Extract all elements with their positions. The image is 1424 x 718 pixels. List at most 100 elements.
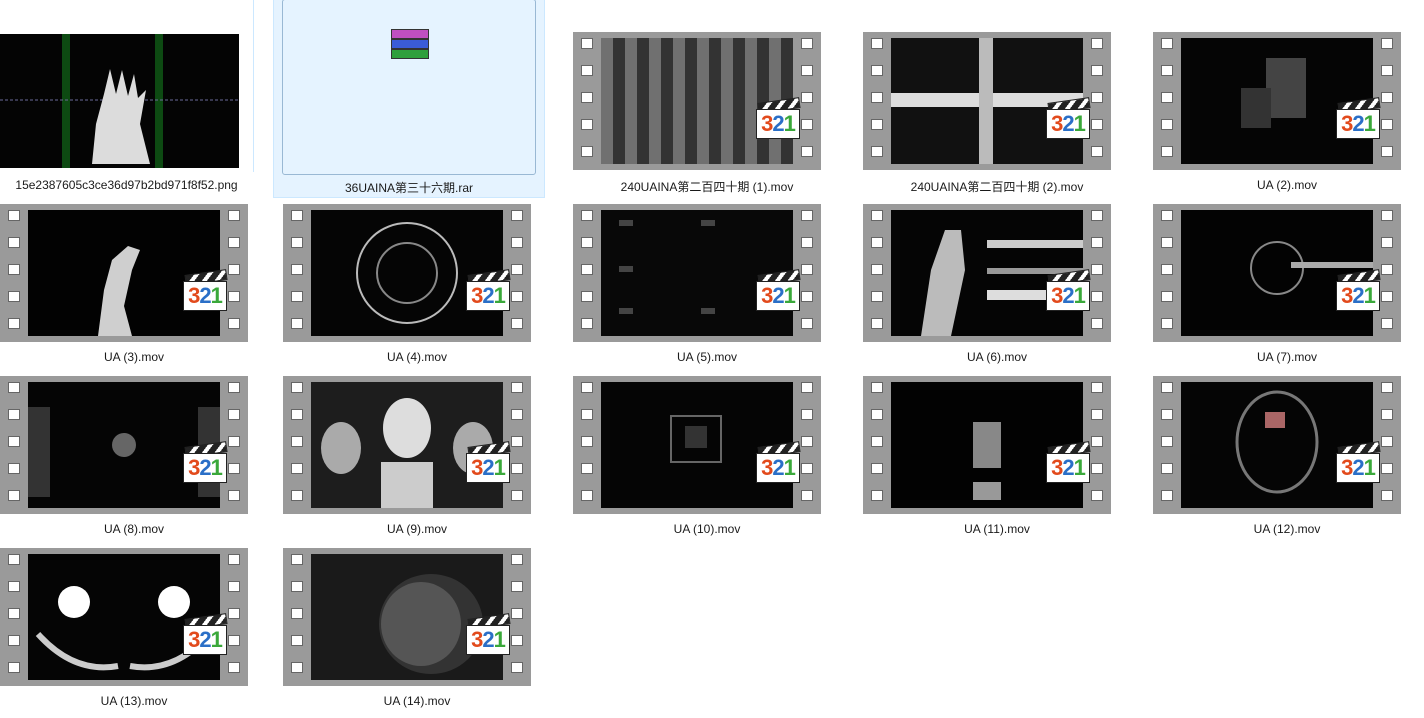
clapper-body: 321 (183, 453, 227, 483)
film-hole (511, 291, 523, 302)
file-item-mov[interactable]: 321 UA (14).mov (256, 516, 531, 708)
film-hole (1381, 291, 1393, 302)
film-hole (8, 409, 20, 420)
film-hole (871, 146, 883, 157)
film-hole (511, 581, 523, 592)
film-hole (1381, 318, 1393, 329)
film-hole (1161, 409, 1173, 420)
image-thumbnail (0, 34, 239, 168)
film-hole (291, 436, 303, 447)
badge-digit: 3 (1341, 283, 1353, 308)
film-hole (1161, 210, 1173, 221)
film-hole (291, 463, 303, 474)
film-hole (291, 608, 303, 619)
film-hole (581, 490, 593, 501)
media-player-icon: 321 (466, 269, 511, 311)
film-hole (581, 409, 593, 420)
film-hole (871, 318, 883, 329)
badge-digit: 3 (1051, 283, 1063, 308)
file-item-png[interactable]: 15e2387605c3ce36d97b2bd971f8f52.png (0, 0, 254, 192)
film-hole (1381, 264, 1393, 275)
film-hole (871, 210, 883, 221)
file-item-mov[interactable]: 321 UA (7).mov (1126, 172, 1401, 364)
film-hole (1161, 65, 1173, 76)
film-hole (871, 65, 883, 76)
file-item-mov[interactable]: 321 UA (10).mov (546, 344, 821, 536)
file-item-mov[interactable]: 321 UA (6).mov (836, 172, 1111, 364)
clapper-body: 321 (756, 109, 800, 139)
clapper-body: 321 (756, 281, 800, 311)
file-item-mov[interactable]: 321 240UAINA第二百四十期 (2).mov (836, 0, 1111, 194)
film-hole (291, 635, 303, 646)
film-hole (801, 146, 813, 157)
file-item-mov[interactable]: 321 UA (5).mov (546, 172, 821, 364)
film-hole (228, 554, 240, 565)
film-hole (291, 210, 303, 221)
media-player-icon: 321 (1046, 441, 1091, 483)
film-hole (801, 463, 813, 474)
film-hole (801, 409, 813, 420)
clapper-body: 321 (1336, 281, 1380, 311)
selection-box (282, 0, 536, 175)
film-hole (1161, 92, 1173, 103)
badge-digit: 2 (482, 283, 494, 308)
film-hole (581, 318, 593, 329)
file-item-mov[interactable]: 321 UA (8).mov (0, 344, 248, 536)
file-item-mov[interactable]: 321 UA (12).mov (1126, 344, 1401, 536)
file-item-mov[interactable]: 321 UA (2).mov (1126, 0, 1401, 192)
film-hole (1161, 291, 1173, 302)
media-player-icon: 321 (1046, 97, 1091, 139)
film-hole (1381, 382, 1393, 393)
badge-digit: 3 (471, 283, 483, 308)
film-hole (871, 237, 883, 248)
film-hole (871, 409, 883, 420)
film-hole (871, 436, 883, 447)
film-hole (228, 436, 240, 447)
film-hole (1161, 318, 1173, 329)
media-player-icon: 321 (1336, 441, 1381, 483)
film-hole (581, 436, 593, 447)
file-name: UA (13).mov (100, 694, 168, 708)
film-hole (1091, 382, 1103, 393)
film-hole (581, 210, 593, 221)
film-hole (581, 291, 593, 302)
film-hole (8, 237, 20, 248)
file-item-mov[interactable]: 321 240UAINA第二百四十期 (1).mov (546, 0, 821, 194)
film-hole (1381, 119, 1393, 130)
film-hole (1381, 92, 1393, 103)
file-item-mov[interactable]: 321 UA (13).mov (0, 516, 248, 708)
film-hole (228, 463, 240, 474)
badge-digit: 1 (493, 627, 506, 652)
film-hole (8, 318, 20, 329)
film-hole (511, 463, 523, 474)
badge-digit: 3 (1341, 111, 1353, 136)
media-player-icon: 321 (756, 97, 801, 139)
media-player-icon: 321 (466, 613, 511, 655)
film-hole (801, 291, 813, 302)
film-hole (228, 409, 240, 420)
film-hole (801, 119, 813, 130)
film-hole (1161, 146, 1173, 157)
film-hole (581, 119, 593, 130)
film-hole (228, 581, 240, 592)
film-hole (511, 662, 523, 673)
file-item-mov[interactable]: 321 UA (4).mov (256, 172, 531, 364)
film-hole (871, 382, 883, 393)
media-player-icon: 321 (1336, 269, 1381, 311)
file-item-mov[interactable]: 321 UA (9).mov (256, 344, 531, 536)
badge-digit: 2 (482, 627, 494, 652)
badge-digit: 2 (1062, 283, 1074, 308)
film-hole (511, 490, 523, 501)
film-hole (1381, 210, 1393, 221)
film-hole (581, 237, 593, 248)
film-hole (8, 608, 20, 619)
film-hole (511, 608, 523, 619)
film-hole (291, 662, 303, 673)
film-hole (1091, 463, 1103, 474)
file-item-mov[interactable]: 321 UA (3).mov (0, 172, 248, 364)
film-hole (228, 635, 240, 646)
file-item-rar[interactable]: 36UAINA第三十六期.rar (273, 0, 545, 198)
file-name: UA (10).mov (673, 522, 741, 536)
file-item-mov[interactable]: 321 UA (11).mov (836, 344, 1111, 536)
media-player-icon: 321 (756, 441, 801, 483)
